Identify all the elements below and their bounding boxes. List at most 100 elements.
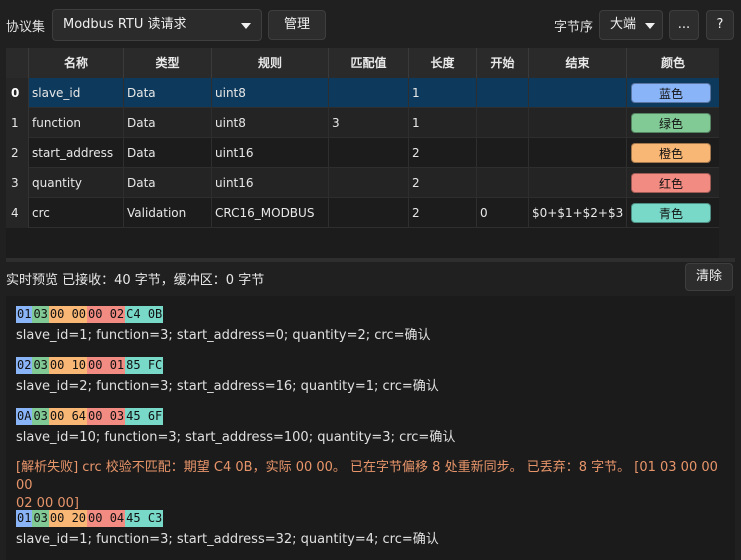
hex-byte-segment: 85 FC: [125, 357, 164, 374]
cell-rule[interactable]: uint16: [212, 138, 329, 168]
hex-byte-segment: 00 01: [87, 357, 126, 374]
column-header-match-value[interactable]: 匹配值: [329, 48, 409, 78]
corner-header: [6, 48, 29, 78]
cell-color: 绿色: [627, 108, 719, 138]
row-number[interactable]: 4: [6, 198, 29, 228]
hex-byte-segment: 03: [32, 357, 49, 374]
hex-byte-segment: 00 00: [48, 306, 88, 323]
hex-byte-segment: 00 04: [87, 510, 126, 527]
frame-hex: 01 03 00 00 00 02 C4 0B: [16, 306, 164, 323]
cell-name[interactable]: function: [29, 108, 124, 138]
hex-byte-segment: 00 64: [48, 408, 88, 425]
column-header-type[interactable]: 类型: [124, 48, 212, 78]
column-header-end[interactable]: 结束: [529, 48, 627, 78]
cell-start[interactable]: [477, 168, 529, 198]
byte-order-dropdown[interactable]: 大端: [599, 10, 663, 40]
cell-match-value[interactable]: [329, 138, 409, 168]
protocol-set-value: Modbus RTU 读请求: [63, 17, 187, 32]
protocol-set-dropdown[interactable]: Modbus RTU 读请求: [52, 9, 262, 41]
cell-type[interactable]: Data: [124, 138, 212, 168]
table-row[interactable]: 0 slave_id Data uint8 1 蓝色: [6, 78, 719, 108]
cell-length[interactable]: 2: [409, 138, 477, 168]
color-chip-blue[interactable]: 蓝色: [631, 83, 711, 103]
live-preview-status: 实时预览 已接收：40 字节，缓冲区：0 字节: [6, 273, 265, 288]
cell-match-value[interactable]: [329, 78, 409, 108]
cell-length[interactable]: 2: [409, 198, 477, 228]
hex-byte-segment: 00 10: [48, 357, 88, 374]
table-row[interactable]: 3 quantity Data uint16 2 红色: [6, 168, 719, 198]
table-row[interactable]: 4 crc Validation CRC16_MODBUS 2 0 $0+$1+…: [6, 198, 719, 228]
cell-color: 橙色: [627, 138, 719, 168]
cell-name[interactable]: crc: [29, 198, 124, 228]
cell-rule[interactable]: uint16: [212, 168, 329, 198]
table-row[interactable]: 2 start_address Data uint16 2 橙色: [6, 138, 719, 168]
cell-color: 青色: [627, 198, 719, 228]
column-header-start[interactable]: 开始: [477, 48, 529, 78]
column-header-rule[interactable]: 规则: [212, 48, 329, 78]
live-preview-log: 01 03 00 00 00 02 C4 0B slave_id=1; function…: [6, 296, 735, 560]
byte-order-value: 大端: [610, 17, 637, 32]
chevron-down-icon: [241, 23, 251, 29]
cell-type[interactable]: Data: [124, 78, 212, 108]
byte-order-label: 字节序: [554, 20, 594, 35]
hex-byte-segment: 03: [32, 408, 49, 425]
cell-match-value[interactable]: [329, 168, 409, 198]
frame-decoded: slave_id=1; function=3; start_address=0;…: [16, 328, 431, 343]
frame-hex: 0A 03 00 64 00 03 45 6F: [16, 408, 164, 425]
row-number[interactable]: 1: [6, 108, 29, 138]
field-table: 名称 类型 规则 匹配值 长度 开始 结束 颜色 0 slave_id Data…: [6, 48, 719, 258]
column-header-length[interactable]: 长度: [409, 48, 477, 78]
cell-match-value[interactable]: 3: [329, 108, 409, 138]
cell-end[interactable]: [529, 78, 627, 108]
cell-length[interactable]: 1: [409, 108, 477, 138]
cell-end[interactable]: [529, 138, 627, 168]
cell-type[interactable]: Validation: [124, 198, 212, 228]
cell-rule[interactable]: uint8: [212, 78, 329, 108]
cell-match-value[interactable]: [329, 198, 409, 228]
cell-start[interactable]: [477, 138, 529, 168]
frame-hex: 02 03 00 10 00 01 85 FC: [16, 357, 164, 374]
clear-button[interactable]: 清除: [685, 263, 733, 291]
cell-start[interactable]: [477, 78, 529, 108]
column-header-name[interactable]: 名称: [29, 48, 124, 78]
hex-byte-segment: 03: [32, 306, 49, 323]
column-header-color[interactable]: 颜色: [627, 48, 719, 78]
hex-byte-segment: 01: [16, 510, 33, 527]
more-options-button[interactable]: ...: [669, 10, 699, 40]
row-number[interactable]: 0: [6, 78, 29, 108]
cell-end[interactable]: [529, 168, 627, 198]
hex-byte-segment: 00 02: [87, 306, 126, 323]
hex-byte-segment: 00 03: [87, 408, 126, 425]
cell-end[interactable]: [529, 108, 627, 138]
cell-rule[interactable]: uint8: [212, 108, 329, 138]
cell-rule[interactable]: CRC16_MODBUS: [212, 198, 329, 228]
row-number[interactable]: 3: [6, 168, 29, 198]
cell-start[interactable]: [477, 108, 529, 138]
cell-name[interactable]: start_address: [29, 138, 124, 168]
splitter-handle[interactable]: [6, 258, 735, 262]
color-chip-cyan[interactable]: 青色: [631, 203, 711, 223]
hex-byte-segment: 45 C3: [125, 510, 164, 527]
color-chip-orange[interactable]: 橙色: [631, 143, 711, 163]
frame-decoded: slave_id=1; function=3; start_address=32…: [16, 532, 439, 547]
protocol-set-label: 协议集: [6, 20, 46, 35]
frame-hex: 01 03 00 20 00 04 45 C3: [16, 510, 164, 527]
hex-byte-segment: 0A: [16, 408, 33, 425]
cell-type[interactable]: Data: [124, 108, 212, 138]
color-chip-green[interactable]: 绿色: [631, 113, 711, 133]
manage-button[interactable]: 管理: [268, 10, 326, 40]
table-row[interactable]: 1 function Data uint8 3 1 绿色: [6, 108, 719, 138]
parse-error-message: [解析失败] crc 校验不匹配：期望 C4 0B，实际 00 00。 已在字节…: [16, 459, 720, 513]
cell-length[interactable]: 2: [409, 168, 477, 198]
cell-name[interactable]: slave_id: [29, 78, 124, 108]
cell-start[interactable]: 0: [477, 198, 529, 228]
cell-type[interactable]: Data: [124, 168, 212, 198]
row-number[interactable]: 2: [6, 138, 29, 168]
help-button[interactable]: ?: [706, 10, 734, 40]
cell-end[interactable]: $0+$1+$2+$3: [529, 198, 627, 228]
cell-length[interactable]: 1: [409, 78, 477, 108]
hex-byte-segment: 03: [32, 510, 49, 527]
cell-name[interactable]: quantity: [29, 168, 124, 198]
cell-color: 蓝色: [627, 78, 719, 108]
color-chip-red[interactable]: 红色: [631, 173, 711, 193]
